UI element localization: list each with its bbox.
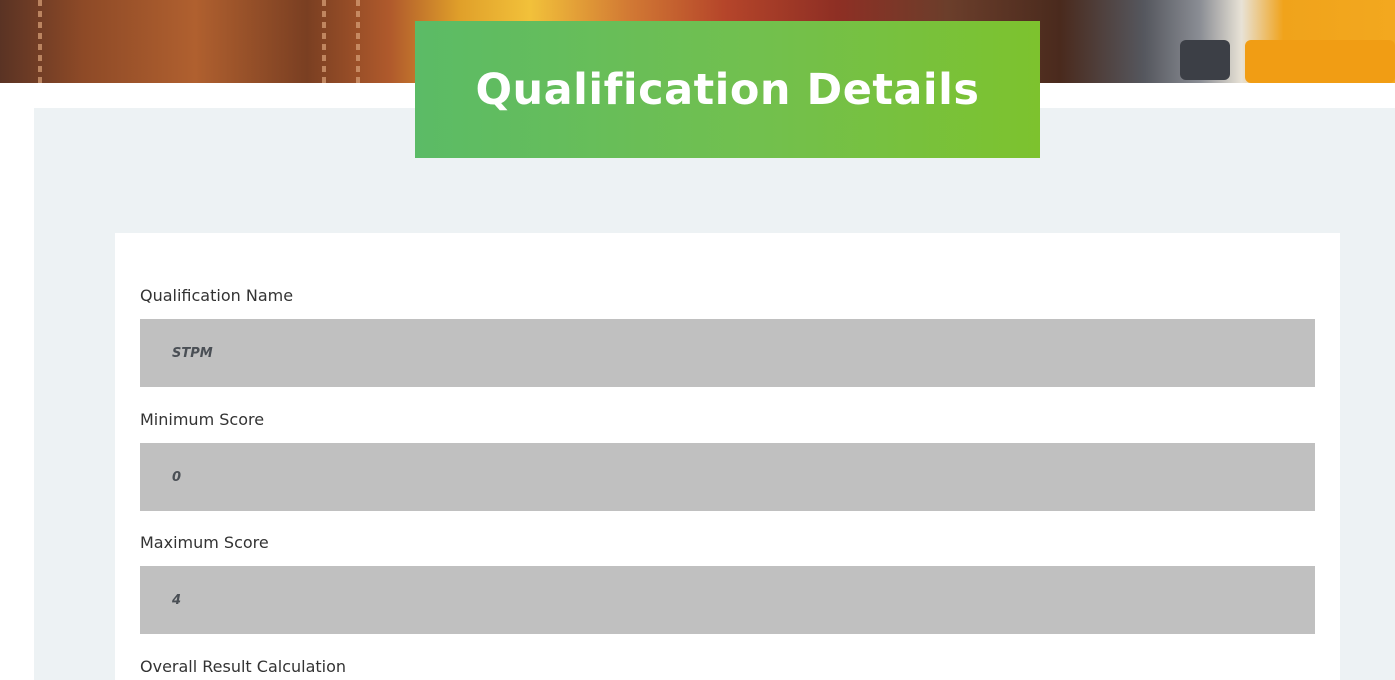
bag-strap-stitching bbox=[356, 0, 360, 83]
hero-photo-detail bbox=[1245, 40, 1395, 83]
maximum-score-label: Maximum Score bbox=[140, 533, 269, 552]
qualification-name-field[interactable]: STPM bbox=[140, 319, 1315, 387]
bag-strap-stitching bbox=[38, 0, 42, 83]
minimum-score-label: Minimum Score bbox=[140, 410, 265, 429]
overall-result-calculation-label: Overall Result Calculation bbox=[140, 657, 347, 676]
page-title-banner: Qualification Details bbox=[415, 21, 1040, 158]
hero-photo-detail bbox=[1180, 40, 1230, 80]
page-title: Qualification Details bbox=[475, 64, 980, 115]
qualification-form-card: Qualification Name STPM Minimum Score 0 … bbox=[115, 233, 1340, 680]
qualification-name-label: Qualification Name bbox=[140, 286, 294, 305]
bag-strap-stitching bbox=[322, 0, 326, 83]
minimum-score-field[interactable]: 0 bbox=[140, 443, 1315, 511]
maximum-score-field[interactable]: 4 bbox=[140, 566, 1315, 634]
